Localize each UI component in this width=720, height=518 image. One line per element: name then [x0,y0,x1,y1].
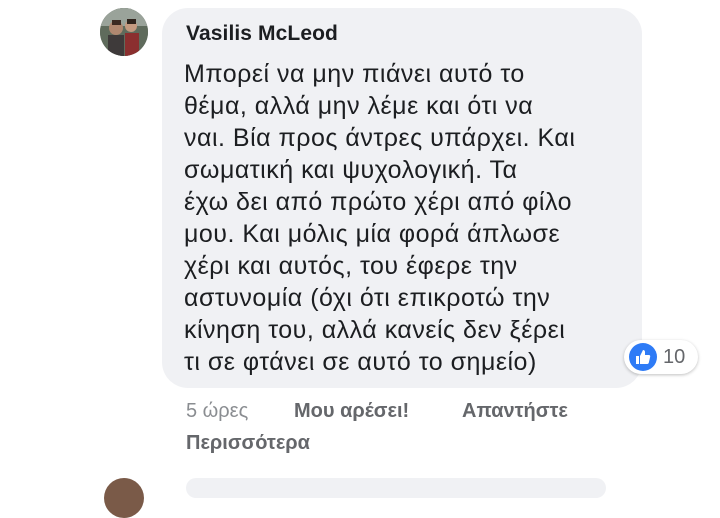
commenter-avatar[interactable] [100,8,148,56]
thumbs-up-icon [629,343,657,371]
next-comment-bubble [186,478,606,498]
comment-line: χέρι και αυτός, του έφερε την [184,252,518,280]
comment-author-name[interactable]: Vasilis McLeod [186,22,338,46]
comment-bubble: Vasilis McLeod Μπορεί να μην πιάνει αυτό… [162,8,642,388]
comment-text: Μπορεί να μην πιάνει αυτό το θέμα, αλλά … [184,58,629,378]
comment-line: σωματική και ψυχολογική. Τα [184,156,518,184]
reply-button[interactable]: Απαντήστε [462,400,568,423]
comment-line: μου. Και μόλις μία φορά άπλωσε [184,220,561,248]
comment-line: τι σε φτάνει σε αυτό το σημείο) [184,348,537,376]
like-button[interactable]: Μου αρέσει! [294,400,409,423]
comment-line: ναι. Βία προς άντρες υπάρχει. Και [184,124,576,152]
comment-line: αστυνομία (όχι ότι επικροτώ την [184,284,551,312]
comment-timestamp[interactable]: 5 ώρες [186,400,248,423]
more-button[interactable]: Περισσότερα [186,432,310,455]
avatar-photo [100,8,148,56]
comment-line: κίνηση του, αλλά κανείς δεν ξέρει [184,316,566,344]
comment-line: έχω δει από πρώτο χέρι από φίλο [184,188,573,216]
reaction-summary[interactable]: 10 [624,340,698,374]
next-comment-avatar[interactable] [104,478,144,518]
reaction-count: 10 [663,345,686,368]
comment-line: Μπορεί να μην πιάνει αυτό το [184,60,525,88]
comment-line: θέμα, αλλά μην λέμε και ότι να [184,92,534,120]
